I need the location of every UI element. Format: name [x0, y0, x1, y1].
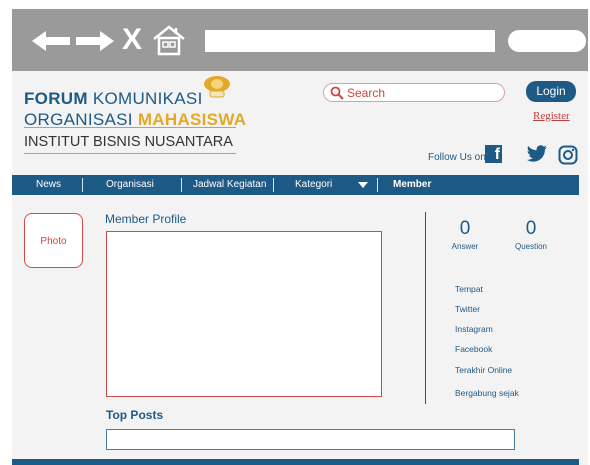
login-button[interactable]: Login — [526, 81, 576, 102]
sidebar-divider — [425, 212, 426, 404]
info-item-instagram: Instagram — [455, 324, 493, 334]
search-input[interactable]: Search — [323, 83, 505, 102]
info-item-tempat: Tempat — [455, 284, 483, 294]
search-icon — [330, 86, 344, 100]
chevron-down-icon[interactable] — [358, 182, 368, 188]
logo-line-3: INSTITUT BISNIS NUSANTARA — [24, 134, 233, 150]
nav-item-jadwal-kegiatan[interactable]: Jadwal Kegiatan — [193, 175, 266, 195]
question-count: 0 — [525, 218, 537, 239]
info-item-bergabung-sejak: Bergabung sejak — [455, 388, 519, 398]
nav-item-news[interactable]: News — [36, 175, 61, 195]
instagram-icon[interactable] — [558, 145, 578, 165]
member-profile-title: Member Profile — [105, 212, 187, 226]
facebook-icon[interactable]: f — [485, 145, 502, 163]
nav-separator — [377, 178, 378, 192]
close-icon[interactable]: X — [122, 25, 142, 55]
logo-divider-bottom — [24, 153, 236, 154]
search-label: Search — [347, 86, 386, 100]
top-posts-title: Top Posts — [106, 408, 164, 422]
nav-separator — [82, 178, 83, 192]
address-bar[interactable] — [205, 30, 495, 52]
nav-separator — [181, 178, 182, 192]
arrow-right-icon[interactable] — [76, 31, 114, 51]
answer-label: Answer — [451, 242, 479, 251]
nav-item-organisasi[interactable]: Organisasi — [106, 175, 154, 195]
main-navigation: News Organisasi Jadwal Kegiatan Kategori… — [12, 175, 579, 195]
home-icon[interactable] — [152, 24, 186, 56]
profile-photo-placeholder[interactable]: Photo — [24, 213, 83, 268]
arrow-left-icon[interactable] — [32, 31, 70, 51]
nav-item-member[interactable]: Member — [393, 175, 431, 195]
info-item-facebook: Facebook — [455, 344, 493, 354]
browser-search-pill[interactable] — [508, 30, 586, 52]
member-profile-panel — [106, 231, 382, 397]
footer-bar — [12, 459, 579, 465]
emblem-icon — [204, 76, 230, 98]
top-posts-panel — [106, 429, 515, 450]
logo-divider — [24, 127, 236, 128]
nav-item-kategori[interactable]: Kategori — [295, 175, 332, 195]
register-link[interactable]: Register — [533, 110, 570, 122]
info-item-terakhir-online: Terakhir Online — [455, 365, 513, 375]
answer-count: 0 — [459, 218, 471, 239]
info-item-twitter: Twitter — [455, 304, 481, 314]
question-label: Question — [514, 242, 548, 251]
follow-us-label: Follow Us on — [428, 152, 486, 163]
logo-subtitle-wrap: INSTITUT BISNIS NUSANTARA — [24, 132, 233, 150]
nav-separator — [273, 178, 274, 192]
browser-toolbar: X — [12, 9, 588, 71]
twitter-icon[interactable] — [526, 145, 548, 163]
